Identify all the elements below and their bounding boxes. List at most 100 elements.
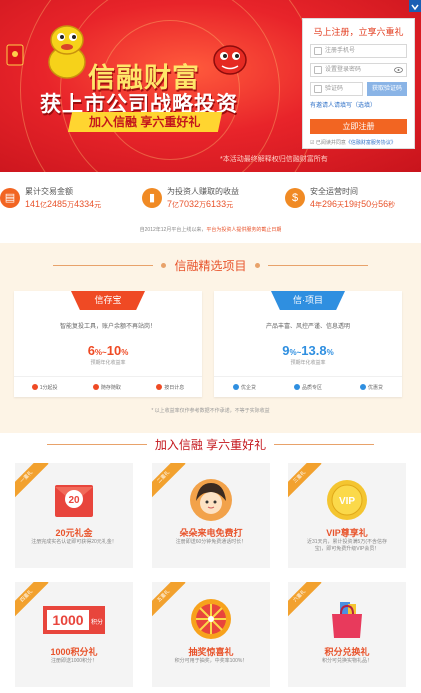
stat-earnings: ▮ 为投资人赚取的收益 7亿7032万6133元 (142, 186, 239, 210)
stats-note: 自2012年12月平台上线以来，平台为投资人提供服务的截止日期 (139, 227, 282, 233)
stat-uptime: $ 安全运营时间 4年296天19时50分56秒 (285, 186, 395, 210)
reward-ribbon: 五重礼 (152, 582, 186, 619)
product-rate-label: 预期年化收益率 (90, 360, 126, 366)
product-rate: 6%~10% (87, 343, 129, 358)
product-card-xinxiangmu[interactable]: 信·项目 产品丰富、风控严谨、信息透明 9%~13.8% 预期年化收益率 优企贷… (214, 291, 402, 397)
points-unit: 积分 (91, 618, 103, 626)
reward-desc: 近31天内，累计投资满5万(不含信存宝)，即可免费升级VIP会员！ (306, 539, 387, 552)
phone-field[interactable]: 注册手机号 (310, 44, 407, 58)
reward-title: 20元礼金 (55, 528, 93, 538)
red-envelope-icon (6, 44, 24, 66)
stat-label: 安全运营时间 (310, 187, 358, 196)
feature-item: 品质专区 (293, 384, 322, 391)
reward-title: 1000积分礼 (50, 647, 98, 657)
reward-card-call[interactable]: 二重礼 朵朵来电免费打 注册即送60分钟免费通话时长！ (152, 463, 270, 568)
page: 信融财富 获上市公司战略投资 加入信融 享六重好礼 *本活动最终解释权归信融财富… (0, 0, 421, 693)
product-desc: 智能复投工具，账户余额不再站岗！ (59, 324, 156, 330)
corner-badge (409, 0, 421, 12)
reward-card-lottery[interactable]: 五重礼 抽奖惊喜礼 积分可用于抽奖，中奖率100%！ (152, 582, 270, 687)
reward-card-vip[interactable]: 三重礼 VIP VIP尊享礼 近31天内，累计投资满5万(不含信存宝)，即可免费… (288, 463, 406, 568)
reward-desc: 积分可兑换实物礼品！ (321, 658, 372, 664)
reward-title: 朵朵来电免费打 (179, 528, 243, 538)
reward-ribbon: 一重礼 (15, 463, 49, 500)
avatar-icon (190, 479, 232, 521)
invite-link[interactable]: 有邀请人请填写（选填） (310, 100, 407, 109)
product-features: 优企贷 品质专区 优惠贷 (214, 376, 402, 397)
calendar-icon (156, 384, 163, 390)
deposit-icon (92, 384, 99, 390)
rewards-heading: 加入信融 享六重好礼 (0, 436, 421, 453)
register-panel: 马上注册，立享六重礼 注册手机号 设置登录密码 验证码 获取验证码 有邀请人请填… (302, 18, 415, 149)
register-title: 马上注册，立享六重礼 (313, 27, 404, 37)
rewards-heading-text: 加入信融 享六重好礼 (154, 438, 267, 452)
product-features: 1分起投 随存随取 按日计息 (14, 376, 202, 397)
agreement-link[interactable]: 《信融财富服务协议》 (346, 140, 396, 146)
password-placeholder: 设置登录密码 (325, 67, 362, 73)
feature-item: 优企贷 (232, 384, 256, 391)
eye-icon[interactable] (394, 67, 403, 73)
lock-icon (314, 66, 322, 74)
reward-ribbon: 三重礼 (288, 463, 322, 500)
phone-icon (314, 47, 322, 55)
reward-desc: 注册即送60分钟免费通话时长！ (175, 539, 247, 545)
banner-ribbon-text: 加入信融 享六重好礼 (89, 115, 201, 129)
stat-value: 141亿2485万4334元 (25, 199, 102, 209)
reward-ribbon: 六重礼 (288, 582, 322, 619)
reward-card-exchange[interactable]: 六重礼 积分兑换礼 积分可兑换实物礼品！ (288, 582, 406, 687)
lucky-wheel-icon (191, 599, 231, 639)
banner-note: *本活动最终解释权归信融财富所有 (220, 156, 328, 163)
stats-bar: ▤ 累计交易金额 141亿2485万4334元 ▮ 为投资人赚取的收益 7亿70… (0, 186, 421, 236)
info-icon (31, 384, 38, 390)
product-card-xincunbao[interactable]: 信存宝 智能复投工具，账户余额不再站岗！ 6%~10% 预期年化收益率 1分起投… (14, 291, 202, 397)
phone-placeholder: 注册手机号 (325, 48, 356, 54)
agree-checkbox[interactable]: ☑ (310, 140, 314, 146)
product-rate-label: 预期年化收益率 (290, 360, 326, 366)
vip-badge-text: VIP (339, 496, 355, 507)
reward-title: 积分兑换礼 (324, 647, 370, 657)
reward-desc: 积分可用于抽奖，中奖率100%！ (174, 658, 248, 664)
reward-ribbon: 二重礼 (152, 463, 186, 500)
reward-card-cash[interactable]: 一重礼 20 20元礼金 注册完成实名认证即可获得20元礼金！ (15, 463, 133, 568)
product-tag: 信·项目 (271, 291, 345, 310)
password-field[interactable]: 设置登录密码 (310, 63, 407, 77)
reward-title: 抽奖惊喜礼 (188, 647, 234, 657)
reward-desc: 注册完成实名认证即可获得20元礼金！ (31, 539, 117, 545)
shield-icon (314, 85, 322, 93)
building-icon (232, 384, 239, 390)
products-heading: 信融精选项目 (0, 257, 421, 274)
banner-ribbon: 加入信融 享六重好礼 (67, 112, 223, 132)
calculator-icon: ▤ (0, 188, 20, 208)
feature-item: 优惠贷 (359, 384, 383, 391)
stat-value: 7亿7032万6133元 (167, 199, 234, 209)
points-ticket-icon: 1000 积分 (43, 606, 105, 634)
product-rate: 9%~13.8% (282, 343, 334, 358)
yellow-mascot-icon (48, 25, 86, 79)
captcha-field[interactable]: 验证码 (310, 82, 363, 96)
points-amount: 1000 (52, 612, 83, 628)
dollar-icon: $ (285, 188, 305, 208)
envelope-icon: 20 (55, 485, 93, 517)
feature-item: 1分起投 (31, 384, 57, 391)
red-mascot-icon (213, 45, 247, 75)
agree-text: 已阅读并同意 (315, 140, 346, 146)
product-tag: 信存宝 (71, 291, 145, 310)
reward-desc: 注册即送1000积分！ (50, 658, 98, 664)
feature-item: 随存随取 (92, 384, 121, 391)
get-code-button[interactable]: 获取验证码 (367, 82, 407, 96)
loan-icon (359, 384, 366, 390)
chevron-down-icon[interactable] (409, 1, 421, 13)
reward-title: VIP尊享礼 (326, 528, 368, 538)
captcha-placeholder: 验证码 (325, 86, 344, 92)
hero-banner: 信融财富 获上市公司战略投资 加入信融 享六重好礼 *本活动最终解释权归信融财富… (0, 0, 421, 172)
envelope-amount: 20 (68, 495, 80, 506)
product-desc: 产品丰富、风控严谨、信息透明 (265, 324, 350, 330)
stat-total-trade: ▤ 累计交易金额 141亿2485万4334元 (0, 186, 101, 210)
vip-badge-icon: VIP (327, 480, 367, 520)
stat-label: 为投资人赚取的收益 (167, 187, 239, 196)
feature-item: 按日计息 (156, 384, 184, 391)
bar-chart-icon: ▮ (142, 188, 162, 208)
reward-card-points[interactable]: 四重礼 1000 积分 1000积分礼 注册即送1000积分！ (15, 582, 133, 687)
products-disclaimer: * 以上收益率仅作参考数据不作承诺，不等于实际收益 (151, 408, 270, 414)
stats-note-link[interactable]: 平台为投资人提供服务的截止日期 (206, 227, 281, 233)
register-button[interactable]: 立即注册 (310, 119, 407, 134)
